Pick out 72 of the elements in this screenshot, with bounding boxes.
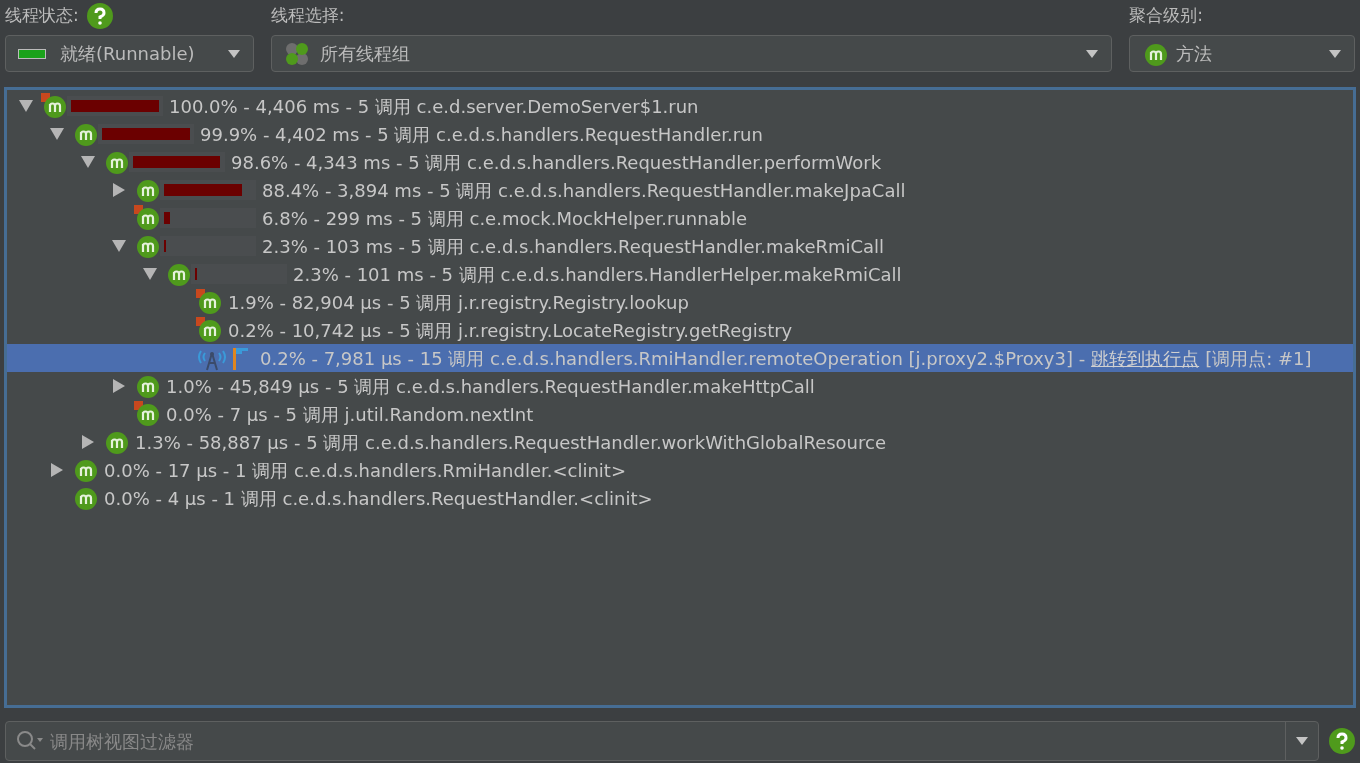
tree-row[interactable]: 1.3% - 58,887 µs - 5 调用 c.e.d.s.handlers.RequestHandler.workWithGlobalResource [7,428,1353,456]
call-tree-node-text: 0.0% - 4 µs - 1 调用 c.e.d.s.handlers.RequestHandler.<clinit> [104,486,653,511]
thread-state-dropdown[interactable]: 就绪(Runnable) [5,35,254,72]
tree-row[interactable]: 1.0% - 45,849 µs - 5 调用 c.e.d.s.handlers.RequestHandler.makeHttpCall [7,372,1353,400]
expanded-triangle-icon[interactable] [19,99,33,113]
collapsed-triangle-icon[interactable] [112,183,126,197]
caret-icon[interactable] [1295,736,1309,746]
expanded-triangle-icon[interactable] [112,239,126,253]
search-icon[interactable] [16,730,46,752]
expanded-triangle-icon[interactable] [81,155,95,169]
expanded-triangle-icon[interactable] [143,267,157,281]
call-tree-node-text: 2.3% - 103 ms - 5 调用 c.e.d.s.handlers.RequestHandler.makeRmiCall [262,234,885,259]
call-tree-node-text: 1.0% - 45,849 µs - 5 调用 c.e.d.s.handlers.RequestHandler.makeHttpCall [166,374,815,399]
collapsed-triangle-icon[interactable] [112,379,126,393]
tree-row[interactable]: 2.3% - 103 ms - 5 调用 c.e.d.s.handlers.RequestHandler.makeRmiCall [7,232,1353,260]
method-icon [72,457,98,483]
method-icon [72,121,98,147]
aggregation-level-dropdown[interactable]: 方法 [1129,35,1355,72]
flagged-method-icon [134,401,160,427]
jump-to-link[interactable]: 跳转到执行点 [1091,344,1200,372]
tree-row[interactable]: 2.3% - 101 ms - 5 调用 c.e.d.s.handlers.HandlerHelper.makeRmiCall [7,260,1353,288]
tree-row[interactable]: 0.2% - 10,742 µs - 5 调用 j.r.registry.LocateRegistry.getRegistry [7,316,1353,344]
call-tree-node-text: 0.2% - 7,981 µs - 15 调用 c.e.d.s.handlers.RmiHandler.remoteOperation [j.proxy2.$Proxy3] - [260,346,1086,371]
call-tree-node-text: 100.0% - 4,406 ms - 5 调用 c.e.d.server.DemoServer$1.run [169,94,699,119]
caret-icon[interactable] [1328,48,1342,59]
call-tree-node-text: 99.9% - 4,402 ms - 5 调用 c.e.d.s.handlers.RequestHandler.run [200,122,763,147]
method-icon [134,233,160,259]
help-icon[interactable] [86,3,113,29]
method-icon [134,373,160,399]
thread-group-icon [283,40,310,67]
tree-row[interactable]: 0.0% - 4 µs - 1 调用 c.e.d.s.handlers.RequestHandler.<clinit> [7,484,1353,512]
thread-selection-dropdown[interactable]: 所有线程组 [270,35,1113,72]
call-tree-node-text: 1.3% - 58,887 µs - 5 调用 c.e.d.s.handlers.RequestHandler.workWithGlobalResource [135,430,886,455]
method-icon [103,149,129,175]
tree-row[interactable]: 6.8% - 299 ms - 5 调用 c.e.mock.MockHelper.runnable [7,204,1353,232]
flagged-method-icon [196,289,222,315]
flagged-method-icon [41,93,67,119]
tree-row[interactable]: 0.0% - 17 µs - 1 调用 c.e.d.s.handlers.RmiHandler.<clinit> [7,456,1353,484]
caret-icon[interactable] [1085,48,1100,59]
caret-icon[interactable] [226,48,241,59]
tree-row[interactable]: 1.9% - 82,904 µs - 5 调用 j.r.registry.Registry.lookup [7,288,1353,316]
flagged-method-icon [134,205,160,231]
call-site-text: [调用点: #1] [1205,346,1312,371]
method-icon [165,261,191,287]
runnable-state-icon [18,48,46,59]
flagged-method-icon [196,317,222,343]
expanded-triangle-icon[interactable] [50,127,64,141]
collapsed-triangle-icon[interactable] [81,435,95,449]
call-tree-node-text: 0.0% - 17 µs - 1 调用 c.e.d.s.handlers.RmiHandler.<clinit> [104,458,626,483]
tree-row[interactable]: 88.4% - 3,894 ms - 5 调用 c.e.d.s.handlers.RequestHandler.makeJpaCall [7,176,1353,204]
call-tree-node-text: 88.4% - 3,894 ms - 5 调用 c.e.d.s.handlers.RequestHandler.makeJpaCall [262,178,906,203]
call-tree-node-text: 1.9% - 82,904 µs - 5 调用 j.r.registry.Registry.lookup [228,290,689,315]
aggregation-level-label: 聚合级别: [1129,4,1204,28]
method-icon [72,485,98,511]
call-tree-node-text: 0.2% - 10,742 µs - 5 调用 j.r.registry.LocateRegistry.getRegistry [228,318,793,343]
filter-input[interactable]: 调用树视图过滤器 [50,727,1285,755]
tree-row[interactable]: 98.6% - 4,343 ms - 5 调用 c.e.d.s.handlers.RequestHandler.performWork [7,148,1353,176]
collapsed-triangle-icon[interactable] [50,463,64,477]
call-tree-node-text: 98.6% - 4,343 ms - 5 调用 c.e.d.s.handlers.RequestHandler.performWork [231,150,882,175]
call-tree-node-text: 6.8% - 299 ms - 5 调用 c.e.mock.MockHelper.runnable [262,206,748,231]
tree-row[interactable]: 99.9% - 4,402 ms - 5 调用 c.e.d.s.handlers.RequestHandler.run [7,120,1353,148]
tree-row[interactable]: 0.0% - 7 µs - 5 调用 j.util.Random.nextInt [7,400,1353,428]
thread-selection-label: 线程选择: [270,4,345,28]
call-tree-node-text: 0.0% - 7 µs - 5 调用 j.util.Random.nextInt [166,402,534,427]
filter-field[interactable]: 调用树视图过滤器 [5,721,1319,761]
thread-state-label: 线程状态: [5,4,79,28]
help-icon[interactable] [1329,728,1355,754]
tree-row[interactable]: 0.2% - 7,981 µs - 15 调用 c.e.d.s.handlers.RmiHandler.remoteOperation [j.proxy2.$Proxy3] - 跳转到执行点 [调用点: #1] [7,344,1353,372]
call-tree-node-text: 2.3% - 101 ms - 5 调用 c.e.d.s.handlers.HandlerHelper.makeRmiCall [293,262,902,287]
tree-row[interactable]: 100.0% - 4,406 ms - 5 调用 c.e.d.server.DemoServer$1.run [7,92,1353,120]
method-icon [134,177,160,203]
method-icon [103,429,129,455]
